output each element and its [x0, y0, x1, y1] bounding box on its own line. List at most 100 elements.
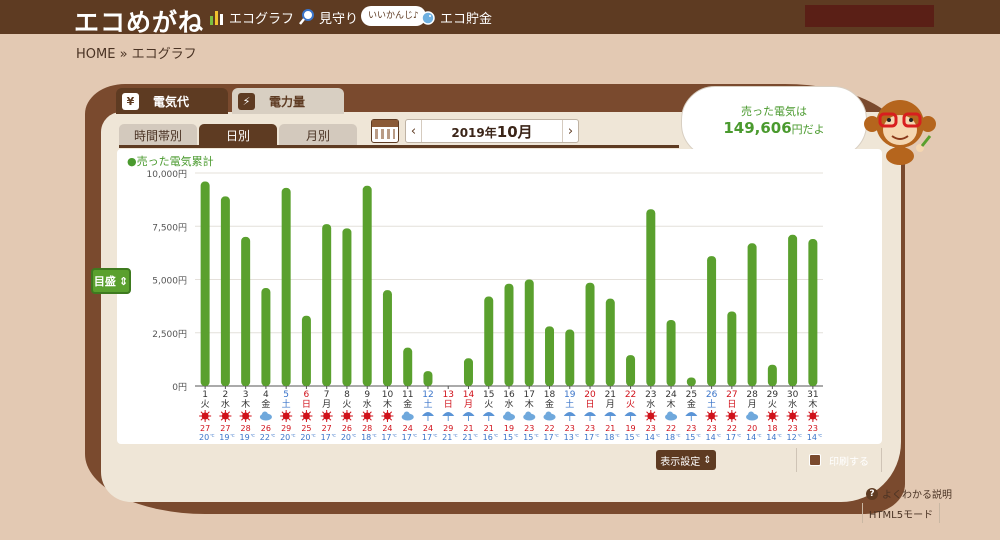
temp-unit-label: ℃	[514, 433, 519, 438]
low-temp-label: 16	[483, 433, 493, 442]
bar	[322, 224, 332, 386]
tab-by-hour[interactable]: 時間帯別	[119, 124, 197, 146]
high-temp-label: 23	[524, 424, 534, 433]
weekday-label: 火	[201, 399, 210, 410]
weekday-label: 日	[586, 399, 595, 410]
umbrella-icon	[563, 412, 576, 416]
high-temp-label: 27	[220, 424, 230, 433]
calendar-icon[interactable]	[371, 119, 399, 143]
low-temp-label: 14	[807, 433, 817, 442]
x-tick-label: 17	[524, 390, 535, 400]
temp-unit-label: ℃	[291, 433, 296, 438]
low-temp-label: 17	[726, 433, 736, 442]
weekday-label: 水	[504, 398, 513, 410]
lightning-icon: ⚡	[238, 92, 255, 110]
x-tick-label: 12	[422, 390, 433, 400]
nav-eco-graph[interactable]: エコグラフ	[209, 7, 294, 27]
temp-unit-label: ℃	[210, 433, 215, 438]
display-settings-button[interactable]: 表示設定 ⇕	[656, 450, 716, 470]
high-temp-label: 18	[767, 424, 777, 433]
temp-unit-label: ℃	[656, 433, 661, 438]
x-tick-label: 19	[564, 390, 576, 400]
weekday-label: 土	[423, 398, 432, 410]
bar	[788, 234, 798, 386]
low-temp-label: 17	[402, 433, 412, 442]
scale-toggle-button[interactable]: 目盛 ⇕	[91, 268, 131, 294]
bar	[362, 185, 372, 386]
bar	[301, 315, 311, 386]
weekday-label: 月	[464, 399, 473, 410]
cloud-puff	[261, 411, 268, 418]
html5-mode-button[interactable]: HTML5モード	[862, 503, 940, 523]
piggy-bank-icon	[421, 11, 435, 25]
high-temp-label: 23	[788, 424, 798, 433]
bar	[504, 283, 514, 386]
high-temp-label: 24	[403, 424, 413, 433]
low-temp-label: 15	[624, 433, 634, 442]
x-tick-label: 24	[665, 390, 677, 400]
cloud-puff	[748, 411, 755, 418]
tab-electricity-cost[interactable]: ¥ 電気代	[116, 88, 228, 114]
x-tick-label: 23	[645, 390, 656, 400]
bar	[524, 279, 534, 386]
nav-label: エコグラフ	[229, 11, 295, 27]
nav-watch[interactable]: 見守り	[299, 7, 358, 27]
temp-unit-label: ℃	[534, 433, 539, 438]
umbrella-icon	[604, 412, 617, 416]
bar	[626, 355, 636, 386]
weekday-label: 火	[768, 399, 777, 410]
weekday-label: 木	[383, 398, 392, 410]
high-temp-label: 22	[666, 424, 676, 433]
high-temp-label: 19	[504, 424, 514, 433]
up-down-icon: ⇕	[703, 454, 712, 466]
temp-unit-label: ℃	[737, 433, 742, 438]
bar	[666, 319, 676, 386]
print-button[interactable]: 印刷する	[796, 448, 882, 472]
high-temp-label: 24	[382, 424, 392, 433]
weekday-label: 木	[241, 398, 250, 410]
x-tick-label: 7	[324, 390, 330, 400]
printer-icon	[809, 454, 821, 466]
x-tick-label: 2	[223, 390, 229, 400]
temp-unit-label: ℃	[797, 433, 802, 438]
temp-unit-label: ℃	[635, 433, 640, 438]
temp-unit-label: ℃	[676, 433, 681, 438]
user-area[interactable]	[805, 5, 934, 27]
weekday-label: 日	[727, 399, 736, 410]
tab-label: 電力量	[269, 94, 306, 109]
low-temp-label: 20	[280, 433, 290, 442]
low-temp-label: 20	[300, 433, 310, 442]
bar	[565, 329, 575, 386]
prev-month-button[interactable]: ‹	[406, 120, 422, 142]
high-temp-label: 22	[544, 424, 554, 433]
weekday-label: 木	[808, 398, 817, 410]
weekday-label: 水	[646, 398, 655, 410]
scale-label: 目盛	[93, 275, 116, 288]
y-tick-label: 7,500円	[152, 222, 187, 233]
low-temp-label: 15	[523, 433, 533, 442]
temp-unit-label: ℃	[595, 433, 600, 438]
high-temp-label: 29	[281, 424, 291, 433]
temp-unit-label: ℃	[433, 433, 438, 438]
current-month-label: 2019年10月	[451, 121, 532, 142]
x-tick-label: 21	[605, 390, 616, 400]
help-link[interactable]: ? よくわかる説明	[866, 486, 952, 501]
nav-eco-savings[interactable]: エコ貯金	[420, 7, 492, 27]
weekday-label: 金	[687, 398, 696, 410]
high-temp-label: 28	[241, 424, 251, 433]
bar	[382, 290, 392, 386]
tab-power-amount[interactable]: ⚡ 電力量	[232, 88, 344, 114]
next-month-button[interactable]: ›	[562, 120, 578, 142]
weekday-label: 土	[282, 398, 291, 410]
breadcrumb[interactable]: HOME » エコグラフ	[76, 43, 197, 62]
tab-by-day[interactable]: 日別	[199, 124, 277, 146]
low-temp-label: 17	[543, 433, 553, 442]
magnifier-icon	[299, 9, 314, 25]
high-temp-label: 26	[342, 424, 352, 433]
low-temp-label: 19	[219, 433, 229, 442]
print-label: 印刷する	[829, 456, 869, 468]
weekday-label: 木	[525, 398, 534, 410]
tab-by-month[interactable]: 月別	[279, 124, 357, 146]
app-logo[interactable]: エコめがね	[74, 3, 204, 39]
x-tick-label: 6	[304, 390, 310, 400]
